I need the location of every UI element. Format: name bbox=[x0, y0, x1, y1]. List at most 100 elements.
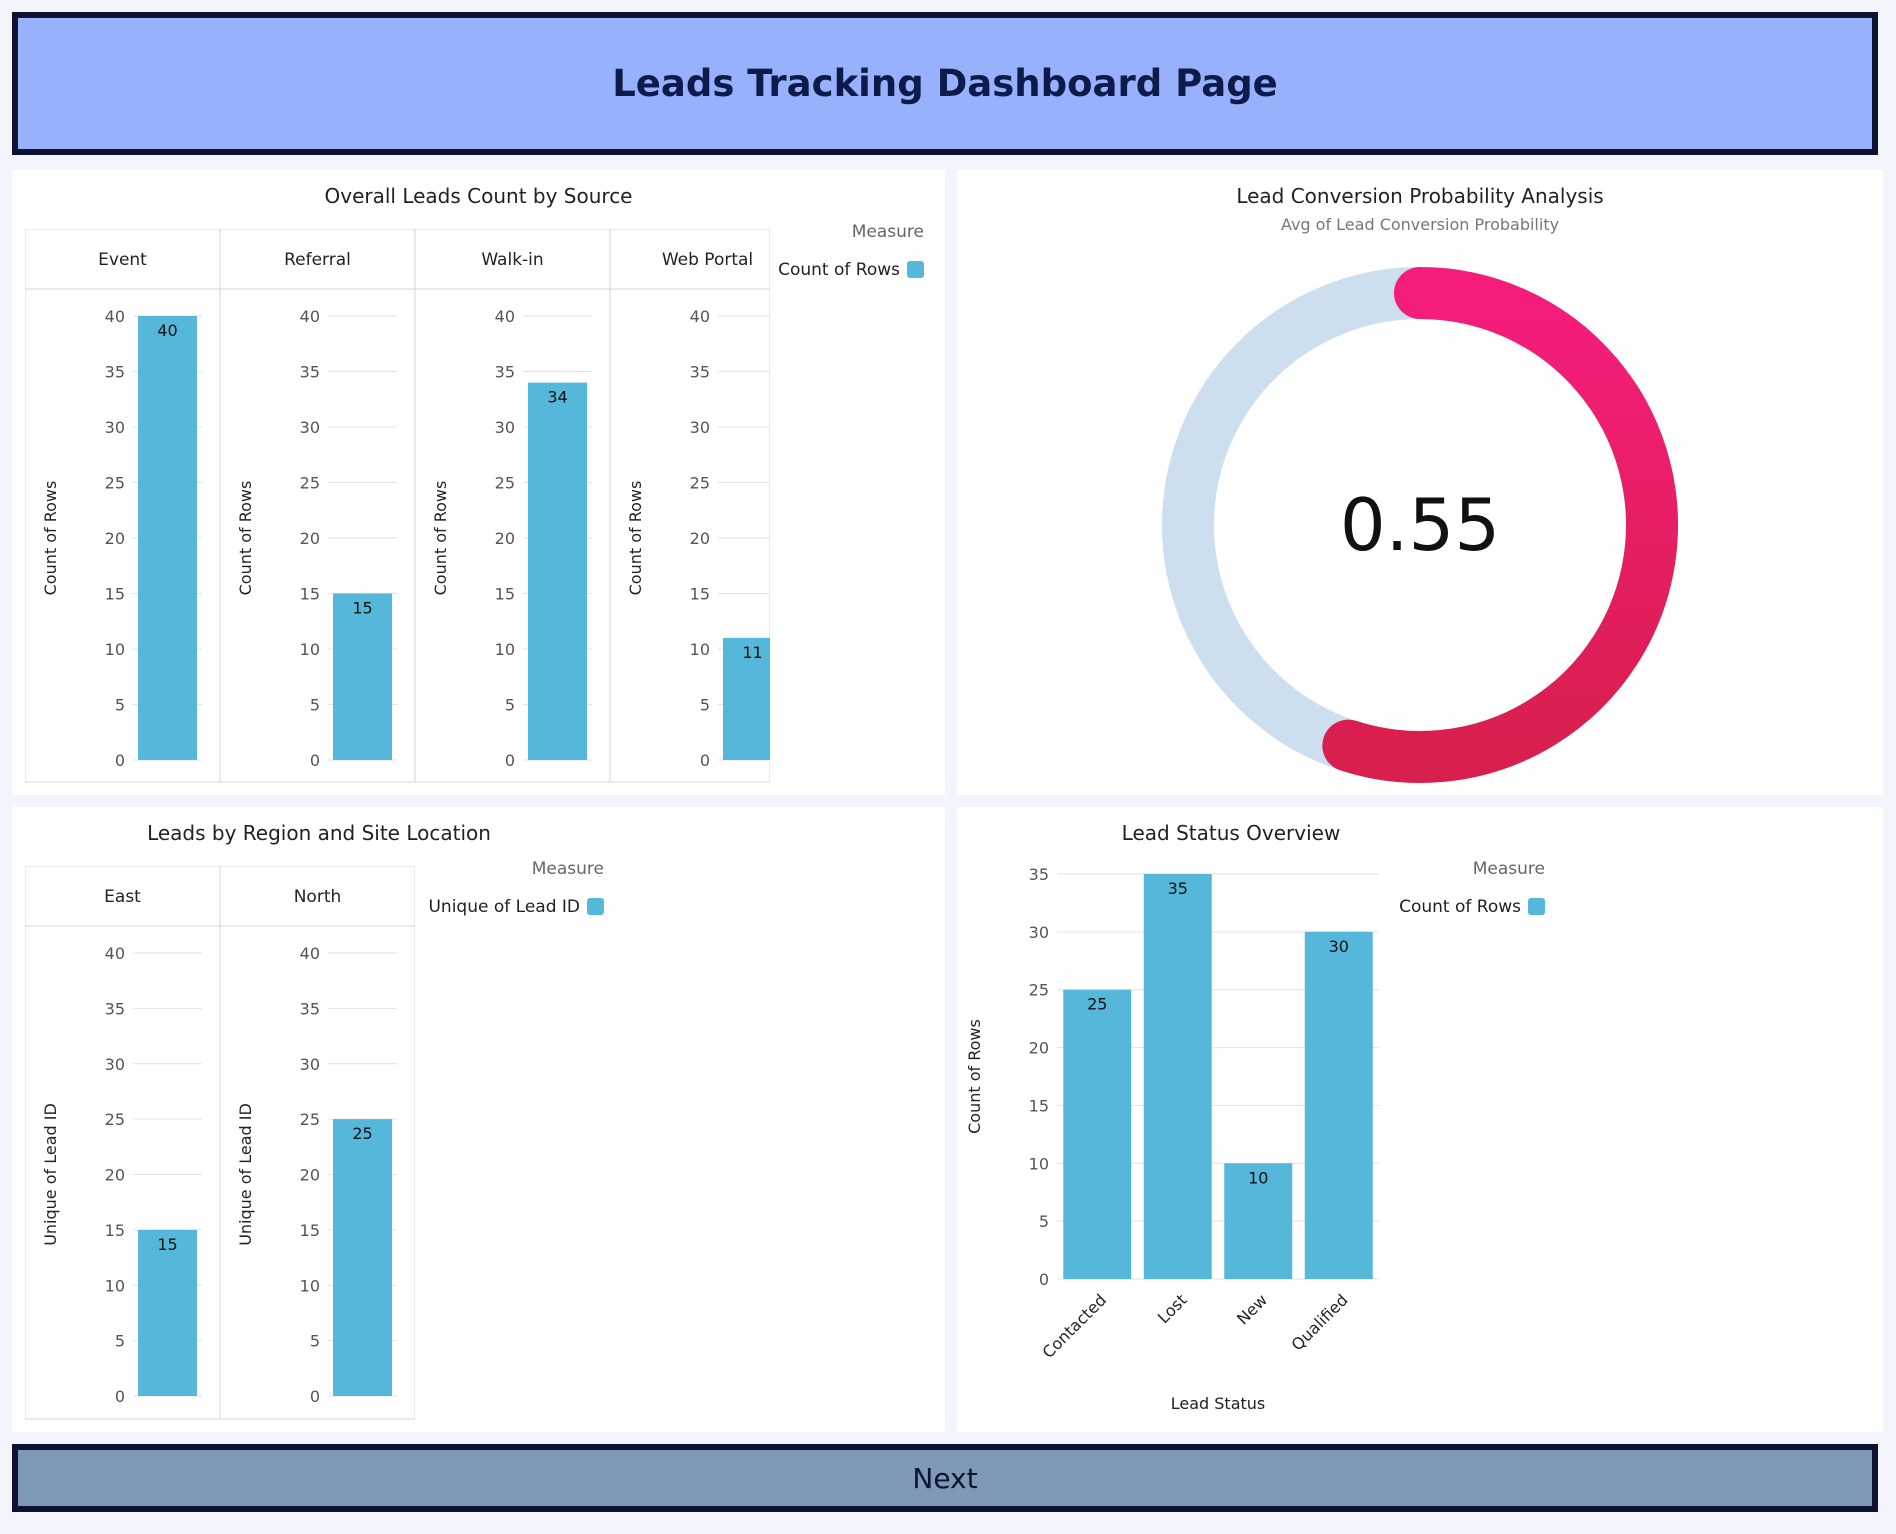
y-tick-label: 30 bbox=[495, 418, 515, 437]
bar bbox=[1063, 989, 1132, 1279]
y-tick-label: 20 bbox=[105, 529, 125, 548]
y-tick-label: 35 bbox=[300, 363, 320, 382]
legend-swatch bbox=[907, 261, 924, 278]
bar-value-label: 10 bbox=[1248, 1168, 1268, 1187]
legend-item-label: Count of Rows bbox=[778, 260, 900, 280]
page-title: Leads Tracking Dashboard Page bbox=[612, 62, 1278, 105]
legend-title: Measure bbox=[532, 859, 604, 879]
y-tick-label: 5 bbox=[310, 1332, 320, 1351]
bar bbox=[138, 1229, 197, 1396]
y-tick-label: 40 bbox=[105, 307, 125, 326]
facet-label: East bbox=[104, 887, 141, 907]
status-chart: 0 5 10 15 20 25 30 35 Count of Rows 25 Contacted 35… bbox=[965, 859, 1545, 1413]
y-tick-label: 35 bbox=[495, 363, 515, 382]
facet-grid: East Unique of Lead ID 0 5 10 15 20 25 30 35 40 15 N… bbox=[25, 866, 415, 1420]
y-tick-label: 10 bbox=[495, 640, 515, 659]
y-tick-label: 0 bbox=[115, 1387, 125, 1406]
y-tick-label: 30 bbox=[300, 1055, 320, 1074]
y-tick-label: 25 bbox=[300, 1110, 320, 1129]
y-axis-title: Count of Rows bbox=[626, 481, 645, 596]
bar-value-label: 15 bbox=[352, 599, 372, 618]
next-button[interactable]: Next bbox=[12, 1444, 1878, 1512]
y-tick-label: 40 bbox=[690, 307, 710, 326]
y-tick-label: 20 bbox=[300, 529, 320, 548]
y-tick-label: 5 bbox=[700, 696, 710, 715]
y-tick-label: 10 bbox=[300, 1276, 320, 1295]
x-tick-label: Qualified bbox=[1288, 1290, 1352, 1354]
y-axis-title: Count of Rows bbox=[431, 481, 450, 596]
y-tick-label: 0 bbox=[700, 751, 710, 770]
y-tick-label: 35 bbox=[105, 363, 125, 382]
y-tick-label: 5 bbox=[310, 696, 320, 715]
bar-value-label: 11 bbox=[742, 643, 762, 662]
y-tick-label: 20 bbox=[495, 529, 515, 548]
y-tick-label: 0 bbox=[310, 1387, 320, 1406]
y-axis-title: Unique of Lead ID bbox=[41, 1103, 60, 1246]
x-tick-label: Lost bbox=[1154, 1290, 1191, 1327]
region-chart-panel: Leads by Region and Site Location East Un… bbox=[12, 807, 945, 1432]
y-tick-label: 35 bbox=[300, 999, 320, 1018]
source-chart: Event Count of Rows 0 5 10 15 20 25 30 35 40 40 Refe… bbox=[25, 222, 924, 783]
y-tick-label: 15 bbox=[300, 1221, 320, 1240]
y-tick-label: 0 bbox=[505, 751, 515, 770]
legend-item-label: Count of Rows bbox=[1399, 897, 1521, 917]
y-tick-label: 5 bbox=[115, 1332, 125, 1351]
y-tick-label: 5 bbox=[115, 696, 125, 715]
bar bbox=[1304, 931, 1373, 1279]
legend-item-label: Unique of Lead ID bbox=[428, 897, 580, 917]
bar bbox=[528, 382, 587, 760]
y-tick-label: 25 bbox=[495, 474, 515, 493]
facet-label: Web Portal bbox=[662, 250, 753, 270]
legend-swatch bbox=[1528, 898, 1545, 915]
source-chart-panel: Overall Leads Count by Source Event Count… bbox=[12, 170, 945, 795]
y-tick-label: 15 bbox=[1029, 1096, 1049, 1115]
y-tick-label: 5 bbox=[505, 696, 515, 715]
y-tick-label: 5 bbox=[1039, 1212, 1049, 1231]
y-tick-label: 0 bbox=[1039, 1270, 1049, 1289]
y-tick-label: 0 bbox=[115, 751, 125, 770]
x-tick-label: Contacted bbox=[1038, 1290, 1110, 1362]
legend-title: Measure bbox=[1473, 859, 1545, 879]
y-tick-label: 30 bbox=[105, 1055, 125, 1074]
region-chart: East Unique of Lead ID 0 5 10 15 20 25 30 35 40 15 N… bbox=[25, 859, 604, 1420]
y-tick-label: 30 bbox=[1029, 923, 1049, 942]
facet-label: Walk-in bbox=[481, 250, 543, 270]
bar-value-label: 15 bbox=[157, 1235, 177, 1254]
y-tick-label: 40 bbox=[300, 944, 320, 963]
y-tick-label: 20 bbox=[300, 1166, 320, 1185]
bar-value-label: 25 bbox=[1087, 995, 1107, 1014]
facet-label: Event bbox=[98, 250, 147, 270]
y-tick-label: 15 bbox=[105, 585, 125, 604]
y-axis-title: Count of Rows bbox=[965, 1019, 984, 1134]
y-tick-label: 20 bbox=[1029, 1039, 1049, 1058]
y-tick-label: 25 bbox=[1029, 981, 1049, 1000]
bar bbox=[333, 1119, 392, 1396]
y-axis-title: Unique of Lead ID bbox=[236, 1103, 255, 1246]
x-axis-title: Lead Status bbox=[1171, 1394, 1266, 1413]
y-tick-label: 35 bbox=[105, 999, 125, 1018]
facet-grid: Event Count of Rows 0 5 10 15 20 25 30 35 40 40 Refe… bbox=[25, 229, 770, 783]
y-tick-label: 40 bbox=[105, 944, 125, 963]
gauge-chart: 0.55 bbox=[1162, 267, 1678, 783]
facet-label: North bbox=[294, 887, 342, 907]
facet-label: Referral bbox=[284, 250, 351, 270]
bar bbox=[138, 316, 197, 760]
facet-frame bbox=[25, 229, 770, 783]
y-tick-label: 25 bbox=[105, 474, 125, 493]
gauge-value-label: 0.55 bbox=[1340, 483, 1500, 567]
gauge-panel: Lead Conversion Probability Analysis Avg… bbox=[957, 170, 1883, 795]
bar-value-label: 25 bbox=[352, 1124, 372, 1143]
y-tick-label: 40 bbox=[495, 307, 515, 326]
y-tick-label: 10 bbox=[105, 1276, 125, 1295]
y-tick-label: 0 bbox=[310, 751, 320, 770]
legend-title: Measure bbox=[852, 222, 924, 242]
y-tick-label: 10 bbox=[105, 640, 125, 659]
y-axis-title: Count of Rows bbox=[41, 481, 60, 596]
y-tick-label: 15 bbox=[690, 585, 710, 604]
x-tick-label: New bbox=[1233, 1290, 1271, 1328]
y-tick-label: 40 bbox=[300, 307, 320, 326]
y-tick-label: 10 bbox=[300, 640, 320, 659]
bar bbox=[1143, 874, 1212, 1279]
legend-swatch bbox=[587, 898, 604, 915]
bar bbox=[333, 593, 392, 760]
